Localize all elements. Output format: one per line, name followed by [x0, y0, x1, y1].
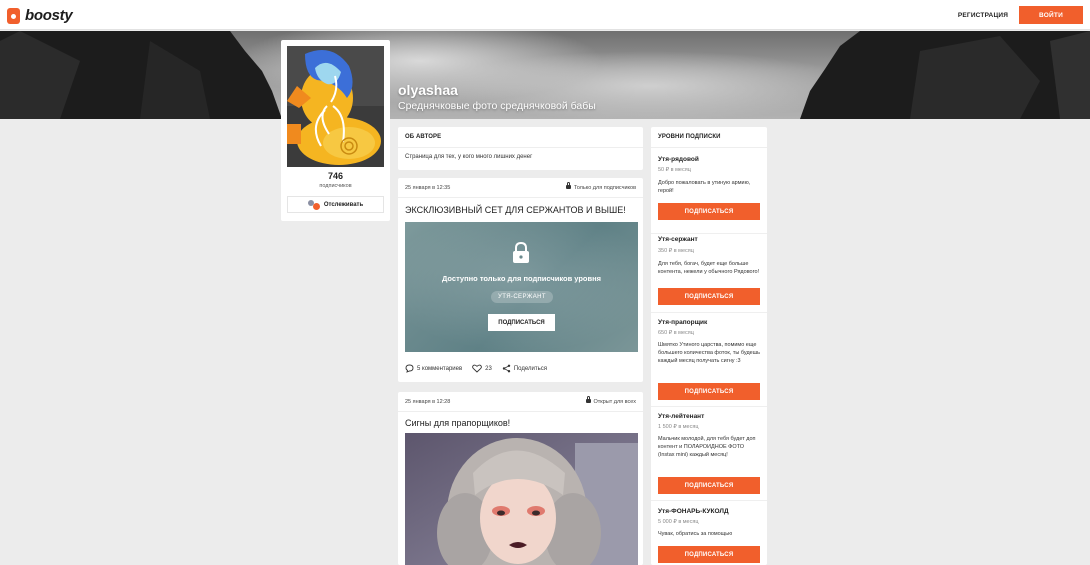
tier-name: Утя-лейтенант: [658, 413, 705, 420]
tier-price: 50 ₽ в месяц: [658, 167, 691, 173]
post-access-label: Только для подписчиков: [573, 185, 636, 191]
comment-icon: [405, 364, 414, 373]
avatar[interactable]: [287, 46, 384, 167]
share-label: Поделиться: [513, 365, 547, 372]
post-access: Открыт для всех: [585, 396, 637, 405]
cover-rock-right: [800, 31, 1090, 119]
about-card: ОБ АВТОРЕ Страница для тех, у кого много…: [398, 127, 643, 170]
tier-item: Утя-рядовой 50 ₽ в месяц Добро пожаловат…: [651, 148, 767, 234]
tier-price: 5 000 ₽ в месяц: [658, 519, 699, 525]
like-button[interactable]: 23: [472, 364, 492, 373]
follow-button[interactable]: Отслеживать: [287, 196, 384, 213]
likes-count: 23: [485, 365, 492, 372]
lock-icon: [513, 242, 529, 263]
unlock-icon: [585, 396, 591, 403]
duck-avatar-illustration: [287, 46, 384, 167]
profile-name: olyashaa: [398, 82, 458, 98]
top-bar: boosty РЕГИСТРАЦИЯ ВОЙТИ: [0, 0, 1090, 30]
follow-icon: [307, 199, 320, 210]
tier-item: Утя-лейтенант 1 500 ₽ в месяц Мальчик мо…: [651, 407, 767, 501]
cover-rock-left: [0, 31, 282, 119]
portrait-photo: [405, 433, 638, 565]
about-heading: ОБ АВТОРЕ: [405, 134, 442, 140]
post-title[interactable]: ЭКСКЛЮЗИВНЫЙ СЕТ ДЛЯ СЕРЖАНТОВ И ВЫШЕ!: [405, 205, 626, 215]
tier-price: 1 500 ₽ в месяц: [658, 424, 699, 430]
tier-item: Утя-ФОНАРЬ-КУКОЛД 5 000 ₽ в месяц Чувак,…: [651, 501, 767, 565]
profile-card: 746 подписчиков Отслеживать: [281, 40, 390, 221]
tier-subscribe-button[interactable]: ПОДПИСАТЬСЯ: [658, 477, 760, 494]
tier-name: Утя-рядовой: [658, 156, 699, 163]
boosty-logo-icon: [7, 7, 20, 24]
subscribers-count: 746: [327, 171, 344, 181]
divider: [398, 411, 643, 412]
tiers-card: УРОВНИ ПОДПИСКИ Утя-рядовой 50 ₽ в месяц…: [651, 127, 767, 565]
tier-name: Утя-ФОНАРЬ-КУКОЛД: [658, 508, 729, 515]
tier-description: Шмятко Утиного царства, помимо еще больш…: [658, 342, 761, 364]
subscribers-label: подписчиков: [319, 183, 352, 189]
comments-count: 5 комментариев: [417, 365, 463, 372]
tier-subscribe-button[interactable]: ПОДПИСАТЬСЯ: [658, 383, 760, 400]
comments-button[interactable]: 5 комментариев: [405, 364, 462, 373]
share-button[interactable]: Поделиться: [502, 364, 547, 373]
tiers-heading: УРОВНИ ПОДПИСКИ: [658, 134, 721, 140]
tier-subscribe-button[interactable]: ПОДПИСАТЬСЯ: [658, 203, 760, 220]
tier-description: Мальчик молодой, для тебя будет доп конт…: [658, 436, 756, 458]
post-card: 25 января в 12:28 Открыт для всех Сигны …: [398, 392, 643, 565]
tier-subscribe-button[interactable]: ПОДПИСАТЬСЯ: [658, 288, 760, 305]
divider: [398, 197, 643, 198]
tier-item: Утя-сержант 350 ₽ в месяц Для тебя, бога…: [651, 234, 767, 313]
about-text: Страница для тех, у кого много лишних де…: [405, 154, 533, 160]
tier-item: Утя-прапорщик 650 ₽ в месяц Шмятко Утино…: [651, 313, 767, 407]
login-button[interactable]: ВОЙТИ: [1019, 6, 1083, 24]
tier-price: 650 ₽ в месяц: [658, 330, 694, 336]
tier-subscribe-button[interactable]: ПОДПИСАТЬСЯ: [658, 546, 760, 563]
tier-name: Утя-сержант: [658, 236, 698, 243]
post-actions: 5 комментариев 23 Поделиться: [405, 364, 557, 373]
post-access-label: Открыт для всех: [593, 399, 637, 405]
locked-message: Доступно только для подписчиков уровня: [441, 274, 602, 283]
post-photo[interactable]: [405, 433, 638, 565]
post-title[interactable]: Сигны для прапорщиков!: [405, 418, 510, 428]
share-icon: [502, 364, 511, 373]
tier-name: Утя-прапорщик: [658, 319, 708, 326]
divider: [398, 147, 643, 148]
register-button[interactable]: РЕГИСТРАЦИЯ: [952, 6, 1014, 24]
tier-price: 350 ₽ в месяц: [658, 248, 694, 254]
post-date: 25 января в 12:35: [405, 185, 451, 191]
heart-icon: [472, 364, 482, 373]
tier-description: Добро пожаловать в утиную армию, герой!: [658, 180, 751, 194]
cover-image: olyashaa Среднячковые фото среднячковой …: [0, 31, 1090, 119]
locked-subscribe-button[interactable]: ПОДПИСАТЬСЯ: [488, 314, 555, 331]
boosty-logo[interactable]: boosty: [7, 7, 73, 24]
post-date: 25 января в 12:28: [405, 399, 451, 405]
level-badge: УТЯ-СЕРЖАНТ: [491, 291, 553, 303]
lock-icon: [565, 182, 571, 189]
locked-content-preview: Доступно только для подписчиков уровня У…: [405, 222, 638, 352]
logo-text: boosty: [25, 7, 73, 24]
tier-description: Для тебя, богач, будет еще больше контен…: [658, 261, 760, 275]
tier-description: Чувак, обратись за помощью: [658, 531, 733, 537]
post-access: Только для подписчиков: [565, 182, 636, 191]
profile-tagline: Среднячковые фото среднячковой бабы: [398, 100, 596, 112]
follow-label: Отслеживать: [323, 201, 364, 208]
post-card: 25 января в 12:35 Только для подписчиков…: [398, 178, 643, 382]
